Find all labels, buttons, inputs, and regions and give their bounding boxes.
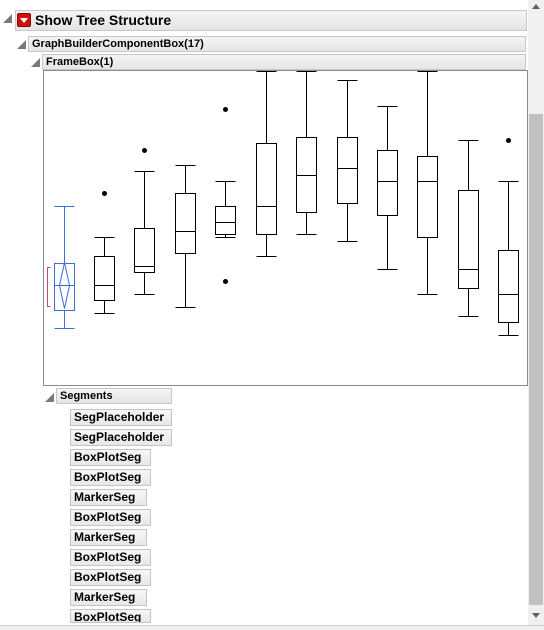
box-iqr bbox=[337, 137, 358, 204]
collapse-icon[interactable] bbox=[3, 14, 12, 23]
segment-item[interactable]: BoxPlotSeg bbox=[70, 509, 151, 526]
scroll-up-icon[interactable] bbox=[532, 4, 540, 9]
outlier-point bbox=[223, 107, 228, 112]
outlier-point bbox=[506, 138, 511, 143]
page-title: Show Tree Structure bbox=[35, 12, 172, 28]
segment-item[interactable]: BoxPlotSeg bbox=[70, 569, 151, 586]
segment-item[interactable]: SegPlaceholder bbox=[70, 409, 172, 426]
box-iqr bbox=[215, 206, 236, 235]
red-dropdown-triangle-icon[interactable] bbox=[17, 13, 31, 27]
tree-node-frame-box[interactable]: FrameBox(1) bbox=[42, 54, 526, 70]
box-iqr bbox=[377, 150, 398, 216]
segment-item[interactable]: MarkerSeg bbox=[70, 489, 147, 506]
box-iqr bbox=[498, 250, 519, 323]
box-iqr bbox=[54, 263, 75, 311]
box-plot-chart bbox=[47, 71, 519, 336]
segment-item[interactable]: BoxPlotSeg bbox=[70, 609, 151, 623]
collapse-icon[interactable] bbox=[31, 58, 40, 67]
tree-node-component-box[interactable]: GraphBuilderComponentBox(17) bbox=[28, 36, 526, 52]
box-iqr bbox=[256, 143, 277, 235]
segment-item[interactable]: MarkerSeg bbox=[70, 589, 147, 606]
outlier-point bbox=[142, 148, 147, 153]
segment-item[interactable]: MarkerSeg bbox=[70, 529, 147, 546]
vertical-scrollbar[interactable] bbox=[528, 0, 544, 625]
collapse-icon[interactable] bbox=[17, 40, 26, 49]
outlier-point bbox=[223, 279, 228, 284]
outlier-point bbox=[102, 191, 107, 196]
collapse-icon[interactable] bbox=[45, 393, 54, 402]
segment-item[interactable]: BoxPlotSeg bbox=[70, 469, 151, 486]
shortest-half-bracket bbox=[47, 267, 51, 307]
segment-item[interactable]: SegPlaceholder bbox=[70, 429, 172, 446]
segment-item[interactable]: BoxPlotSeg bbox=[70, 549, 151, 566]
scroll-down-icon[interactable] bbox=[532, 613, 540, 618]
frame-box bbox=[43, 70, 528, 386]
segment-item[interactable]: BoxPlotSeg bbox=[70, 449, 151, 466]
box-iqr bbox=[94, 256, 115, 301]
tree-node-segments[interactable]: Segments bbox=[56, 388, 172, 404]
box-iqr bbox=[134, 228, 155, 273]
scrollbar-thumb[interactable] bbox=[529, 114, 543, 605]
box-iqr bbox=[175, 193, 196, 254]
box-iqr bbox=[458, 190, 479, 289]
box-iqr bbox=[417, 156, 438, 238]
horizontal-scrollbar[interactable] bbox=[0, 625, 544, 630]
